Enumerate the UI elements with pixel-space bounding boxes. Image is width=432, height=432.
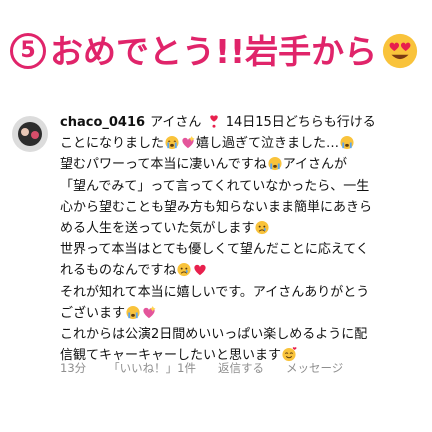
- comment-line-5: 心から望むことも望み方も知らないまま簡単にあきら: [60, 199, 373, 215]
- headline: 5 おめでとう!!岩手から: [10, 28, 424, 74]
- timestamp: 13分: [60, 361, 87, 375]
- crying-face-icon: [126, 305, 140, 319]
- comment-line-10: ございます: [60, 303, 426, 324]
- reply-button[interactable]: 返信する: [218, 360, 264, 376]
- sad-face-icon: [255, 220, 269, 235]
- heart-exclamation-icon: [209, 115, 218, 128]
- likes-count[interactable]: 「いいね！」1件: [108, 360, 196, 376]
- red-heart-icon: [194, 265, 206, 276]
- comment-line-11: これからは公演2日間めいいっぱい楽しめるように配: [60, 327, 368, 343]
- crying-face-icon: [340, 136, 354, 150]
- comment-line-8: れるものなんですね: [60, 260, 426, 281]
- comment-line-6: める人生を送っていた気がします: [60, 218, 426, 239]
- comment-line-7: 世界って本当はとても優しくて望んだことに応えてく: [60, 242, 369, 258]
- comment-meta: 13分 「いいね！」1件 返信する メッセージ: [60, 360, 343, 376]
- comment-line-9: それが知れて本当に嬉しいです。アイさんありがとう: [60, 284, 370, 300]
- comment-line-1: chaco_0416 アイさん 14日15日どちらも行ける: [60, 115, 376, 130]
- comment-body: chaco_0416 アイさん 14日15日どちらも行ける ことになりました 嬉し過…: [60, 112, 426, 366]
- sparkling-heart-icon: [182, 136, 195, 149]
- comment-line-2: ことになりました 嬉し過ぎて泣きました…: [60, 133, 426, 154]
- crying-face-icon: [268, 157, 282, 171]
- comment-line-4: 「望んでみて」って言ってくれていなかったら、一生: [60, 178, 370, 194]
- sad-face-icon: [177, 263, 191, 277]
- comment-line-3: 望むパワーって本当に凄いんですね アイさんが: [60, 157, 348, 173]
- headline-title: おめでとう!!岩手から: [50, 31, 378, 71]
- avatar[interactable]: [12, 116, 48, 152]
- crying-face-icon: [165, 136, 179, 150]
- heart-eyes-emoji-icon: [383, 33, 418, 69]
- circled-number: 5: [10, 33, 46, 69]
- sparkling-heart-icon: [143, 305, 156, 318]
- username[interactable]: chaco_0416: [60, 115, 145, 130]
- message-button[interactable]: メッセージ: [286, 360, 343, 376]
